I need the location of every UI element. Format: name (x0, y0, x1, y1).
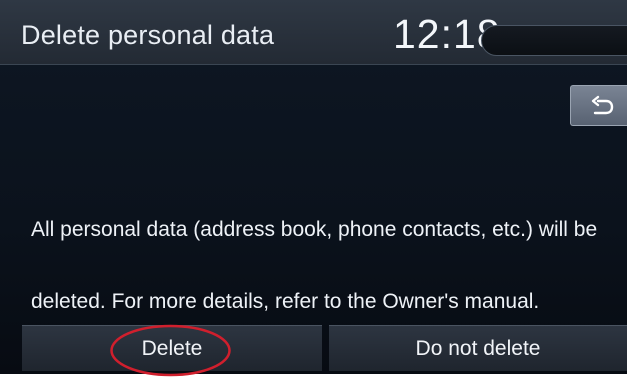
do-not-delete-button[interactable]: Do not delete (329, 325, 627, 371)
warning-message-line-1: All personal data (address book, phone c… (31, 218, 598, 241)
page-title: Delete personal data (21, 20, 275, 50)
status-pill (481, 25, 627, 56)
warning-message-line-2: deleted. For more details, refer to the … (31, 290, 540, 313)
return-arrow-icon (591, 95, 614, 115)
delete-button[interactable]: Delete (22, 325, 322, 371)
delete-personal-data-screen: Delete personal data 12:18 All personal … (0, 0, 627, 374)
back-button[interactable] (570, 85, 627, 126)
header-bar: Delete personal data 12:18 (0, 0, 627, 65)
